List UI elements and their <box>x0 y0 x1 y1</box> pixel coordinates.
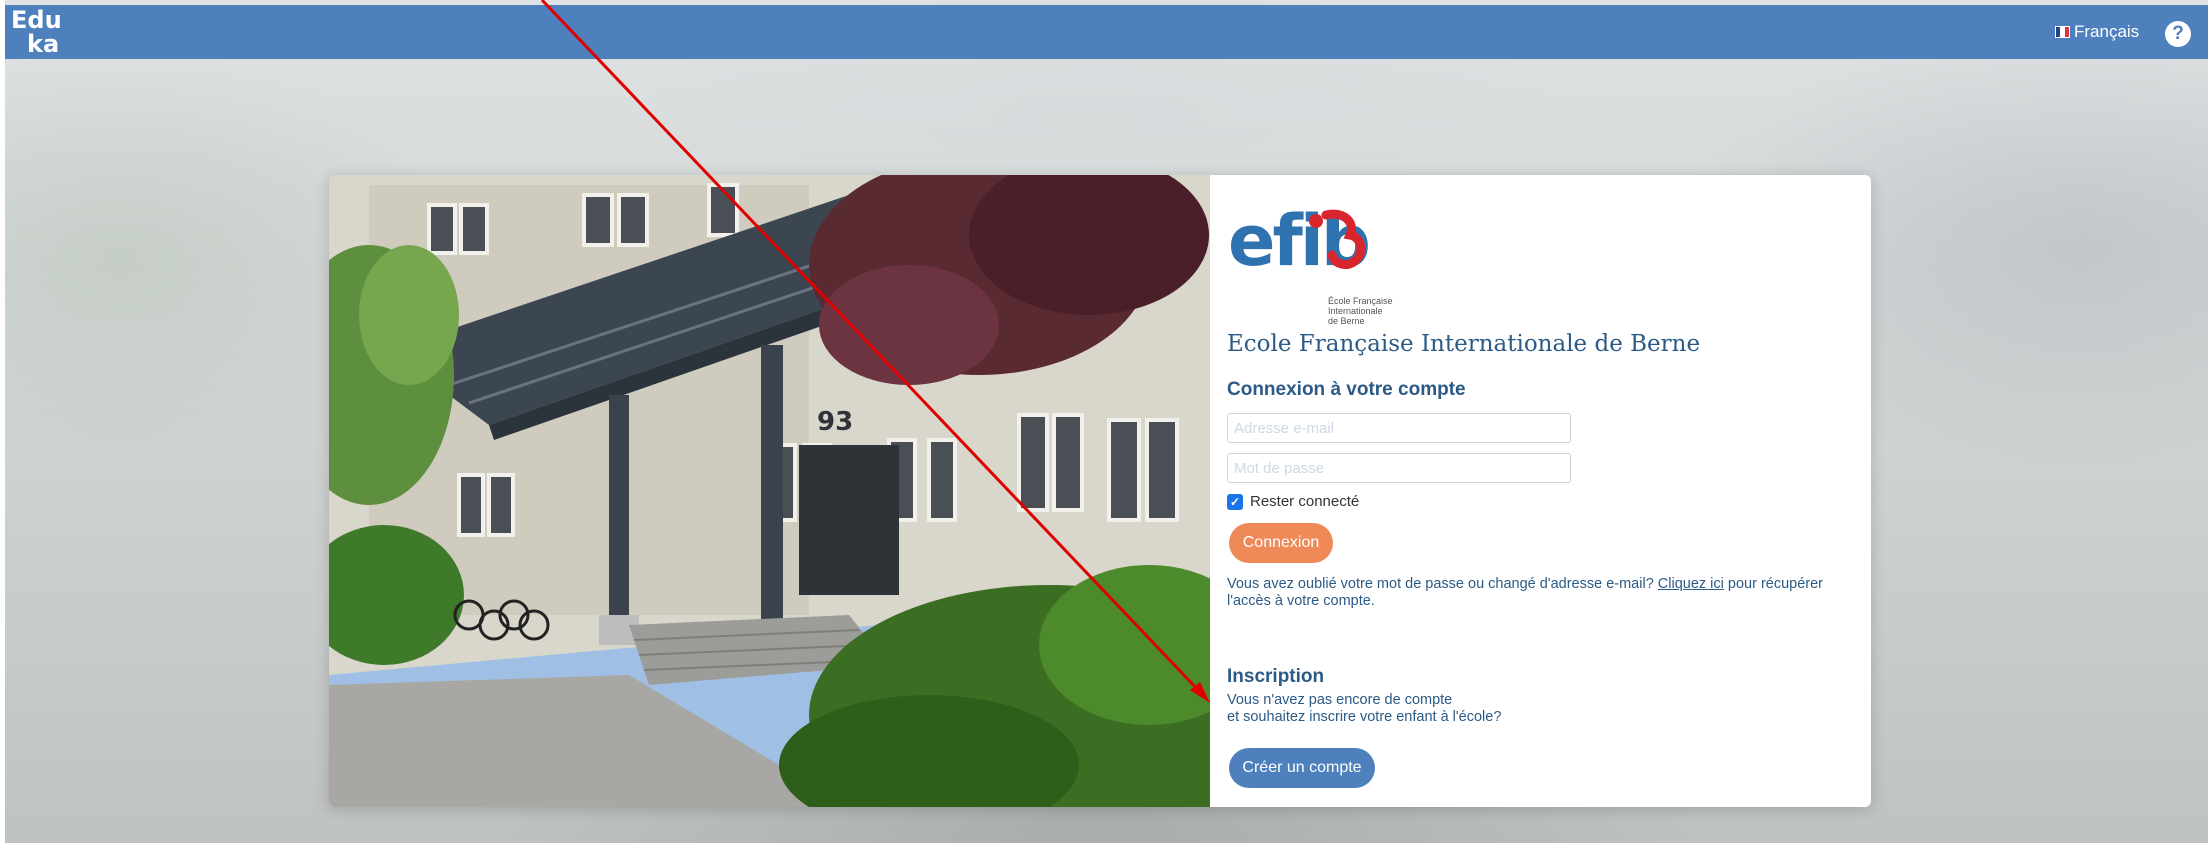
registration-heading: Inscription <box>1227 666 1325 687</box>
remember-me[interactable]: ✓ Rester connecté <box>1227 493 1359 510</box>
language-selector[interactable]: Français <box>2055 20 2139 44</box>
forgot-password-link[interactable]: Cliquez ici <box>1658 576 1724 592</box>
create-account-button[interactable]: Créer un compte <box>1229 748 1375 788</box>
house-number: 93 <box>817 407 853 437</box>
forgot-password-text: Vous avez oublié votre mot de passe ou c… <box>1227 576 1857 610</box>
efib-logo: efib École Française Internationale de B… <box>1228 201 1428 326</box>
registration-text: Vous n'avez pas encore de compte et souh… <box>1227 692 1501 726</box>
registration-text-line-1: Vous n'avez pas encore de compte <box>1227 692 1453 708</box>
forgot-text-before: Vous avez oublié votre mot de passe ou c… <box>1227 576 1658 592</box>
login-panel: efib École Française Internationale de B… <box>1210 175 1871 807</box>
login-card: 93 efib École Française Internationale d… <box>329 175 1871 807</box>
efib-logo-mark-icon <box>1309 209 1366 270</box>
school-name: Ecole Française Internationale de Berne <box>1227 331 1701 357</box>
password-input[interactable] <box>1227 453 1571 483</box>
brand-line-2: ka <box>27 30 60 58</box>
efib-logo-subtitle: École Française Internationale de Berne <box>1328 296 1393 326</box>
help-icon[interactable]: ? <box>2165 21 2191 47</box>
remember-checkbox[interactable]: ✓ <box>1227 493 1243 510</box>
login-heading: Connexion à votre compte <box>1227 379 1466 400</box>
school-building-photo: 93 <box>329 175 1210 807</box>
language-label: Français <box>2074 22 2140 41</box>
brand-line-1: Edu <box>11 6 62 34</box>
french-flag-icon <box>2055 26 2070 38</box>
eduka-logo[interactable]: Edu ka <box>11 8 71 58</box>
top-navigation-bar: Edu ka Français ? <box>5 5 2208 59</box>
login-button[interactable]: Connexion <box>1229 523 1333 563</box>
remember-label: Rester connecté <box>1250 493 1360 510</box>
registration-text-line-2: et souhaitez inscrire votre enfant à l'é… <box>1227 709 1502 725</box>
email-input[interactable] <box>1227 413 1571 443</box>
left-edge-strip <box>0 0 5 843</box>
